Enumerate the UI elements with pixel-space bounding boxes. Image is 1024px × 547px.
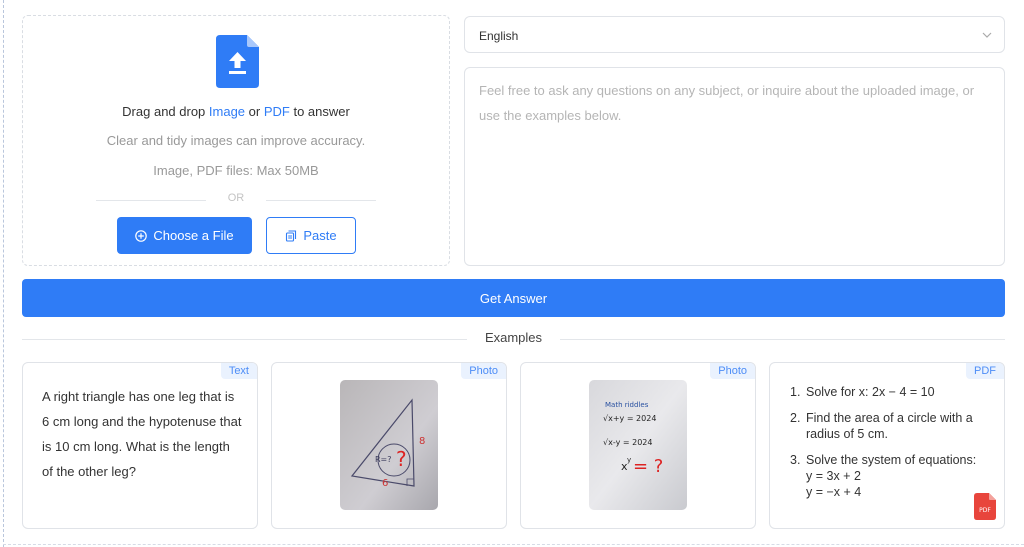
item-number: 2. [790,411,801,425]
svg-text:= ?: = ? [633,456,663,477]
example-text: A right triangle has one leg that is 6 c… [42,389,242,479]
svg-text:√x+y = 2024: √x+y = 2024 [603,414,656,423]
list-item: 2. Find the area of a circle with a radiu… [790,410,1000,442]
get-answer-button[interactable]: Get Answer [22,279,1005,317]
card-tag: PDF [966,363,1004,379]
item-text: y = 3x + 2 [806,469,861,483]
question-textarea[interactable]: Feel free to ask any questions on any su… [464,67,1005,266]
card-tag: Photo [461,363,506,379]
or-divider: OR [96,192,376,208]
drag-prefix-text: Drag and drop [122,104,209,119]
example-card-text[interactable]: Text A right triangle has one leg that i… [22,362,258,529]
divider-line-right [266,200,376,201]
frame-bottom-border [3,544,1024,545]
example-card-pdf[interactable]: PDF 1. Solve for x: 2x − 4 = 10 2. Find th… [769,362,1005,529]
svg-text:√x-y = 2024: √x-y = 2024 [603,438,652,447]
list-item: 1. Solve for x: 2x − 4 = 10 [790,384,1000,400]
or-label: OR [227,192,245,204]
svg-text:?: ? [396,447,407,471]
svg-text:PDF: PDF [979,507,991,514]
language-selected-value: English [479,29,519,43]
upload-file-icon [216,35,259,88]
examples-line-right [560,339,1005,340]
item-text: Solve for x: 2x − 4 = 10 [806,385,935,399]
tidy-hint: Clear and tidy images can improve accura… [106,133,366,148]
plus-circle-icon [135,229,148,242]
chevron-down-icon [982,32,992,38]
question-placeholder: Feel free to ask any questions on any su… [479,83,975,123]
item-text: Find the area of a circle with a [806,411,973,425]
item-text: y = −x + 4 [806,485,862,499]
drag-suffix-text: to answer [289,104,350,119]
frame-left-border [3,0,4,547]
item-text: radius of 5 cm. [806,427,888,441]
triangle-photo-image: R=? ? 8 6 [340,380,438,510]
card-tag: Text [220,363,257,379]
riddles-photo-image: Math riddles √x+y = 2024 √x-y = 2024 x y… [589,380,687,510]
example-card-photo-riddles[interactable]: Photo Math riddles √x+y = 2024 √x-y = 20… [520,362,756,529]
file-limit-hint: Image, PDF files: Max 50MB [153,163,319,178]
card-tag: Photo [710,363,755,379]
image-link[interactable]: Image [209,104,245,119]
drag-drop-instruction: Drag and drop Image or PDF to answer [23,104,449,119]
clipboard-icon [286,229,297,242]
svg-text:R=?: R=? [375,455,392,464]
svg-text:Math riddles: Math riddles [605,401,649,409]
item-number: 1. [790,385,801,399]
drag-or-text: or [245,104,264,119]
paste-button[interactable]: Paste [266,217,356,254]
list-item: 3. Solve the system of equations: y = 3x … [790,452,1000,500]
item-number: 3. [790,453,801,467]
item-text: Solve the system of equations: [806,453,977,467]
pdf-file-icon: PDF [974,493,996,520]
choose-file-button[interactable]: Choose a File [117,217,252,254]
pdf-question-list: 1. Solve for x: 2x − 4 = 10 2. Find the ar… [790,384,1000,510]
language-select[interactable]: English [464,16,1005,53]
upload-dropzone[interactable]: Drag and drop Image or PDF to answer Cle… [22,15,450,266]
choose-file-label: Choose a File [153,228,234,243]
svg-text:y: y [627,456,631,464]
get-answer-label: Get Answer [479,290,548,306]
svg-text:8: 8 [419,436,425,447]
examples-divider: Examples [22,330,1005,348]
example-card-photo-triangle[interactable]: Photo R=? ? 8 6 [271,362,507,529]
examples-title: Examples [484,330,543,345]
pdf-link[interactable]: PDF [264,104,290,119]
svg-text:6: 6 [382,478,388,489]
paste-label: Paste [303,228,337,243]
